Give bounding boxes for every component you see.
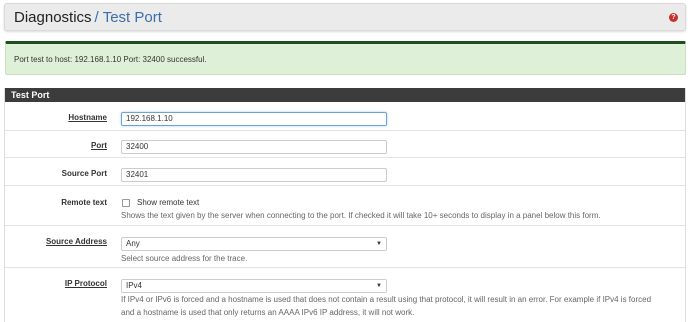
panel-title: Test Port	[5, 88, 685, 102]
alert-message: Port test to host: 192.168.1.10 Port: 32…	[14, 55, 207, 64]
ip-protocol-help-line-1: If IPv4 or IPv6 is forced and a hostname…	[121, 295, 652, 304]
source-address-help: Select source address for the trace.	[121, 254, 248, 263]
page-header: Diagnostics / Test Port ?	[4, 3, 686, 31]
ip-protocol-help-line-2: and a hostname is used that only returns…	[121, 308, 415, 317]
chevron-down-icon: ▼	[376, 283, 382, 289]
test-port-panel: Test Port Hostname 192.168.1.10 Port 324…	[4, 88, 686, 322]
source-port-input[interactable]: 32401	[121, 168, 387, 182]
hostname-row: Hostname 192.168.1.10	[5, 102, 685, 131]
show-remote-text-checkbox[interactable]	[122, 199, 130, 207]
breadcrumb: Diagnostics / Test Port	[14, 9, 162, 26]
port-input[interactable]: 32400	[121, 140, 387, 154]
ip-protocol-value: IPv4	[126, 281, 143, 290]
port-row: Port 32400	[5, 131, 685, 158]
source-address-label: Source Address	[45, 237, 107, 246]
hostname-label: Hostname	[68, 113, 107, 122]
ip-protocol-row: IP Protocol IPv4 ▼ If IPv4 or IPv6 is fo…	[5, 268, 685, 322]
chevron-down-icon: ▼	[376, 241, 382, 247]
source-address-select[interactable]: Any ▼	[121, 237, 387, 251]
source-address-value: Any	[126, 239, 140, 248]
breadcrumb-separator: /	[94, 9, 99, 26]
question-circle-icon[interactable]: ?	[669, 13, 678, 22]
success-alert: Port test to host: 192.168.1.10 Port: 32…	[5, 41, 686, 75]
source-port-label: Source Port	[61, 169, 107, 178]
port-label: Port	[91, 141, 107, 150]
remote-text-help: Shows the text given by the server when …	[121, 211, 601, 220]
show-remote-text-label[interactable]: Show remote text	[137, 198, 199, 207]
ip-protocol-select[interactable]: IPv4 ▼	[121, 279, 387, 293]
remote-text-label: Remote text	[61, 198, 107, 207]
source-port-row: Source Port 32401	[5, 158, 685, 186]
breadcrumb-section[interactable]: Diagnostics	[14, 9, 92, 26]
breadcrumb-current-page[interactable]: Test Port	[103, 9, 162, 26]
ip-protocol-label: IP Protocol	[64, 279, 107, 288]
remote-text-row: Remote text Show remote text Shows the t…	[5, 186, 685, 226]
hostname-input[interactable]: 192.168.1.10	[121, 112, 387, 126]
source-address-row: Source Address Any ▼ Select source addre…	[5, 226, 685, 268]
